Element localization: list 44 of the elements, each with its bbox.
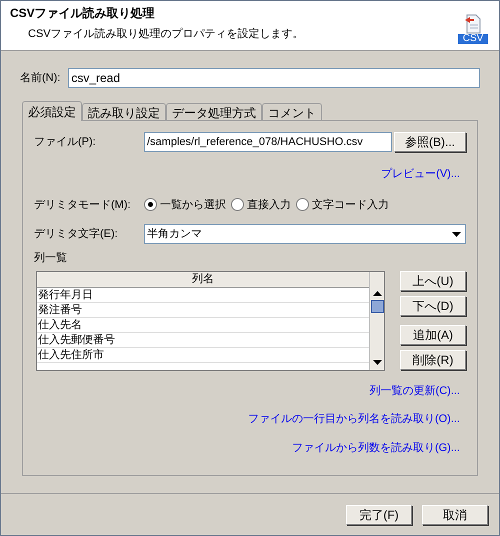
radio-label: 直接入力 (247, 198, 291, 212)
list-action-button[interactable]: 下へ(D) (400, 296, 466, 316)
action-link[interactable]: 列一覧の更新(C)... (370, 382, 460, 399)
radio-button[interactable] (296, 198, 309, 212)
list-row[interactable]: 発注番号 (37, 302, 369, 318)
action-link[interactable]: ファイルから列数を読み取り(G)... (292, 440, 460, 456)
tab[interactable]: 必須設定 (22, 101, 82, 121)
tab[interactable]: データ処理方式 (166, 103, 262, 120)
csv-badge: CSV (458, 34, 488, 44)
delimiter-mode-label: デリミタモード(M): (34, 198, 132, 212)
csv-file-icon (463, 14, 483, 34)
file-label: ファイル(P): (34, 134, 97, 150)
preview-link[interactable]: プレビュー(V)... (381, 166, 460, 182)
name-label: 名前(N): (20, 70, 60, 86)
browse-button[interactable]: 参照(B)... (394, 132, 466, 152)
footer-button[interactable]: 完了(F) (346, 504, 412, 524)
radio-label: 一覧から選択 (160, 198, 226, 212)
scrollbar-thumb[interactable] (370, 300, 384, 312)
list-row[interactable]: 発行年月日 (37, 288, 369, 302)
scroll-up-icon[interactable] (372, 290, 382, 296)
column-list-label: 列一覧 (34, 251, 68, 266)
radio-label: 文字コード入力 (312, 198, 389, 212)
scrollbar[interactable] (369, 272, 384, 370)
action-link[interactable]: ファイルの一行目から列名を読み取り(O)... (248, 411, 460, 428)
radio-button[interactable] (231, 198, 244, 212)
dropdown-arrow-icon (452, 232, 461, 236)
delimiter-dropdown[interactable]: 半角カンマ (144, 224, 466, 244)
scroll-down-icon[interactable] (372, 360, 382, 364)
dialog-subtitle: CSVファイル読み取り処理のプロパティを設定します。 (27, 26, 304, 42)
radio-button[interactable] (144, 198, 157, 212)
delimiter-char-label: デリミタ文字(E): (34, 226, 119, 242)
list-action-button[interactable]: 追加(A) (400, 324, 466, 344)
list-row[interactable]: 仕入先名 (37, 318, 369, 332)
column-header: 列名 (37, 272, 369, 288)
name-input-field[interactable]: csv_read (68, 68, 480, 88)
footer-button[interactable]: 取消 (422, 504, 488, 524)
list-action-button[interactable]: 上へ(U) (400, 270, 466, 290)
tab[interactable]: 読み取り設定 (82, 103, 166, 120)
list-row[interactable]: 仕入先住所市 (37, 348, 369, 362)
list-action-button[interactable]: 削除(R) (400, 350, 466, 370)
file-path-field[interactable]: /samples/rl_reference_078/HACHUSHO.csv (144, 132, 392, 152)
tab[interactable]: コメント (262, 103, 322, 120)
list-row[interactable]: 仕入先郵便番号 (37, 332, 369, 348)
dialog-title: CSVファイル読み取り処理 (10, 5, 156, 22)
